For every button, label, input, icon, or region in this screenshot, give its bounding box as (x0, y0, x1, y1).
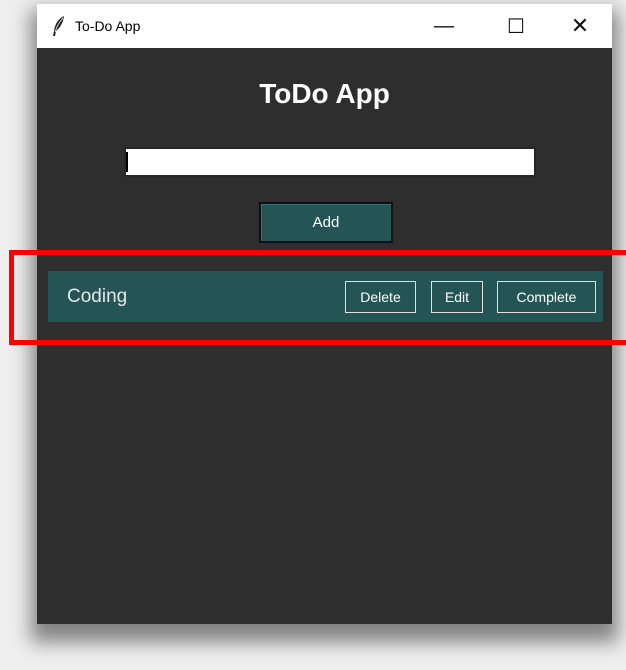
edit-button[interactable]: Edit (431, 281, 483, 313)
task-label: Coding (67, 286, 128, 307)
close-button[interactable]: ✕ (557, 4, 603, 48)
delete-button[interactable]: Delete (345, 281, 416, 313)
minimize-button[interactable]: — (421, 4, 467, 48)
complete-button[interactable]: Complete (497, 281, 596, 313)
text-cursor (126, 152, 128, 172)
feather-icon (49, 15, 69, 37)
app-heading: ToDo App (259, 78, 390, 109)
add-button[interactable]: Add (259, 202, 393, 243)
app-content: ToDo App Add Coding Delete Edit Complete (37, 48, 612, 624)
task-input[interactable] (124, 147, 536, 177)
maximize-button[interactable]: ☐ (493, 4, 539, 48)
window-title: To-Do App (75, 18, 141, 34)
title-bar[interactable]: To-Do App — ☐ ✕ (37, 4, 612, 48)
task-row: Coding Delete Edit Complete (48, 271, 603, 322)
app-window: To-Do App — ☐ ✕ ToDo App Add Coding Dele… (37, 4, 612, 624)
